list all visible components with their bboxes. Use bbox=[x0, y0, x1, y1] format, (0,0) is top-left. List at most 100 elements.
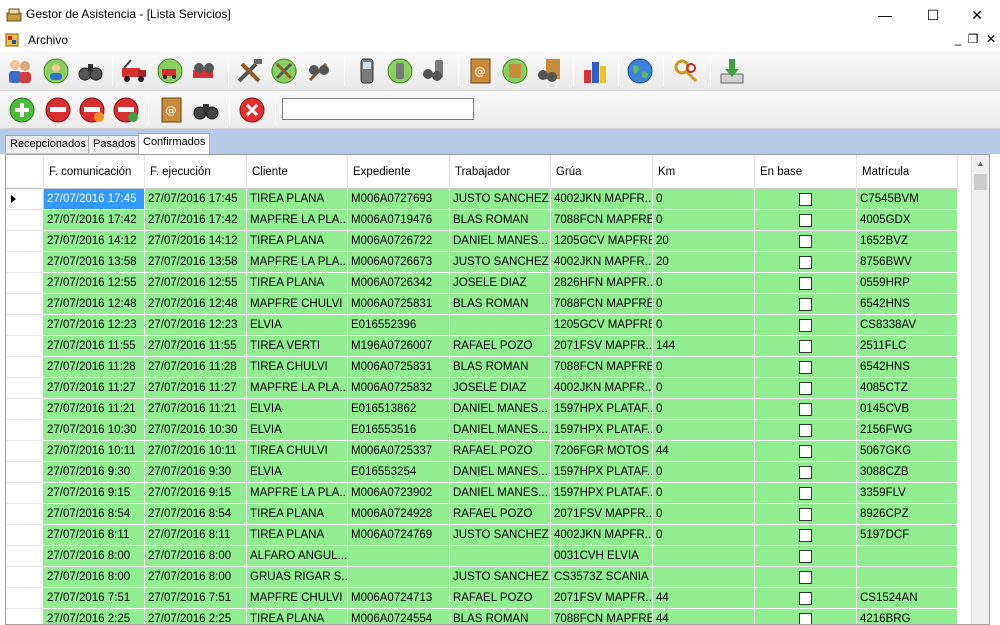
table-cell[interactable]: M006A0724554 bbox=[348, 609, 450, 624]
table-cell[interactable]: 27/07/2016 8:00 bbox=[44, 567, 145, 588]
en-base-checkbox[interactable] bbox=[799, 213, 812, 227]
table-cell[interactable]: 0 bbox=[653, 294, 755, 315]
en-base-checkbox[interactable] bbox=[799, 549, 812, 563]
table-cell[interactable]: 27/07/2016 10:30 bbox=[44, 420, 145, 441]
table-cell[interactable]: CS3573Z SCANIA bbox=[551, 567, 653, 588]
table-row[interactable]: 27/07/2016 11:21 27/07/2016 11:21 ELVIA E01… bbox=[6, 399, 958, 420]
table-row[interactable]: 27/07/2016 9:30 27/07/2016 9:30 ELVIA E0165… bbox=[6, 462, 958, 483]
column-header-en-base[interactable]: En base bbox=[755, 155, 857, 189]
table-cell[interactable]: M006A0723902 bbox=[348, 483, 450, 504]
globe-icon[interactable] bbox=[624, 55, 656, 87]
table-cell[interactable]: MAPFRE CHULVI bbox=[247, 294, 348, 315]
table-cell[interactable]: 7088FCN MAPFRE bbox=[551, 357, 653, 378]
table-cell[interactable]: 4005GDX bbox=[857, 210, 958, 231]
table-cell[interactable]: 7088FCN MAPFRE bbox=[551, 609, 653, 624]
table-row[interactable]: 27/07/2016 12:48 27/07/2016 12:48 MAPFRE C… bbox=[6, 294, 958, 315]
table-cell[interactable]: TIREA PLANA bbox=[247, 273, 348, 294]
table-cell[interactable] bbox=[857, 546, 958, 567]
table-cell[interactable]: 0 bbox=[653, 504, 755, 525]
table-cell[interactable]: MAPFRE LA PLA... bbox=[247, 378, 348, 399]
table-cell[interactable]: CS8338AV bbox=[857, 315, 958, 336]
table-cell[interactable]: 27/07/2016 8:00 bbox=[44, 546, 145, 567]
table-cell[interactable]: 27/07/2016 8:00 bbox=[145, 546, 247, 567]
row-header[interactable] bbox=[6, 210, 44, 231]
table-row[interactable]: 27/07/2016 10:11 27/07/2016 10:11 TIREA CH… bbox=[6, 441, 958, 462]
table-cell[interactable]: E016513862 bbox=[348, 399, 450, 420]
row-header[interactable] bbox=[6, 483, 44, 504]
table-cell[interactable]: 1597HPX PLATAF... bbox=[551, 462, 653, 483]
table-cell[interactable]: 27/07/2016 17:42 bbox=[44, 210, 145, 231]
row-header[interactable] bbox=[6, 273, 44, 294]
table-cell[interactable]: 27/07/2016 8:11 bbox=[44, 525, 145, 546]
table-cell[interactable]: M006A0725831 bbox=[348, 294, 450, 315]
table-cell[interactable]: 6542HNS bbox=[857, 294, 958, 315]
table-cell[interactable]: 0559HRP bbox=[857, 273, 958, 294]
table-row[interactable]: 27/07/2016 8:11 27/07/2016 8:11 TIREA PLAN… bbox=[6, 525, 958, 546]
table-cell[interactable]: 1597HPX PLATAF... bbox=[551, 483, 653, 504]
table-cell[interactable]: 27/07/2016 8:54 bbox=[44, 504, 145, 525]
table-row[interactable]: 27/07/2016 8:00 27/07/2016 8:00 ALFARO ANG… bbox=[6, 546, 958, 567]
table-cell[interactable]: M196A0726007 bbox=[348, 336, 450, 357]
row-header[interactable] bbox=[6, 252, 44, 273]
en-base-checkbox[interactable] bbox=[799, 360, 812, 374]
table-cell[interactable]: 27/07/2016 10:30 bbox=[145, 420, 247, 441]
table-cell[interactable]: JUSTO SANCHEZ bbox=[450, 189, 551, 210]
table-cell[interactable]: 27/07/2016 2:25 bbox=[44, 609, 145, 624]
add-truck-icon[interactable] bbox=[154, 55, 186, 87]
tools-icon[interactable] bbox=[233, 55, 265, 87]
row-header[interactable] bbox=[6, 336, 44, 357]
table-cell[interactable]: DANIEL MANES... bbox=[450, 231, 551, 252]
table-cell[interactable]: 27/07/2016 9:30 bbox=[145, 462, 247, 483]
table-cell[interactable]: 27/07/2016 12:55 bbox=[44, 273, 145, 294]
close-button[interactable]: ✕ bbox=[954, 0, 1000, 30]
en-base-checkbox[interactable] bbox=[799, 486, 812, 500]
row-header[interactable] bbox=[6, 315, 44, 336]
table-cell[interactable]: TIREA PLANA bbox=[247, 504, 348, 525]
table-cell[interactable]: 2071FSV MAPFR... bbox=[551, 336, 653, 357]
table-cell[interactable]: 0031CVH ELVIA bbox=[551, 546, 653, 567]
keys-icon[interactable] bbox=[670, 55, 702, 87]
table-cell[interactable]: 27/07/2016 12:48 bbox=[145, 294, 247, 315]
row-header[interactable] bbox=[6, 399, 44, 420]
table-cell[interactable]: M006A0727693 bbox=[348, 189, 450, 210]
table-cell[interactable]: TIREA PLANA bbox=[247, 231, 348, 252]
remove-green-icon[interactable] bbox=[110, 94, 142, 126]
table-cell[interactable]: 27/07/2016 8:00 bbox=[145, 567, 247, 588]
table-cell[interactable]: E016553516 bbox=[348, 420, 450, 441]
table-cell[interactable]: M006A0725832 bbox=[348, 378, 450, 399]
remove-orange-icon[interactable] bbox=[76, 94, 108, 126]
table-cell[interactable]: 27/07/2016 13:58 bbox=[44, 252, 145, 273]
table-cell[interactable]: M006A0719476 bbox=[348, 210, 450, 231]
table-cell[interactable]: M006A0726722 bbox=[348, 231, 450, 252]
en-base-checkbox[interactable] bbox=[799, 192, 812, 206]
table-row[interactable]: 27/07/2016 14:12 27/07/2016 14:12 TIREA PL… bbox=[6, 231, 958, 252]
table-cell[interactable]: DANIEL MANES... bbox=[450, 399, 551, 420]
en-base-checkbox[interactable] bbox=[799, 507, 812, 521]
scroll-thumb[interactable] bbox=[974, 174, 987, 190]
en-base-checkbox[interactable] bbox=[799, 234, 812, 248]
row-header[interactable] bbox=[6, 189, 44, 210]
search-users-icon[interactable] bbox=[74, 55, 106, 87]
add-icon[interactable] bbox=[6, 94, 38, 126]
table-row[interactable]: 27/07/2016 11:27 27/07/2016 11:27 MAPFRE L… bbox=[6, 378, 958, 399]
table-cell[interactable] bbox=[450, 546, 551, 567]
table-cell[interactable]: BLAS ROMAN bbox=[450, 357, 551, 378]
table-row[interactable]: 27/07/2016 2:25 27/07/2016 2:25 TIREA PLAN… bbox=[6, 609, 958, 624]
table-cell[interactable]: 27/07/2016 7:51 bbox=[44, 588, 145, 609]
table-cell[interactable]: ELVIA bbox=[247, 399, 348, 420]
users-icon[interactable] bbox=[4, 55, 36, 87]
table-cell[interactable]: 27/07/2016 14:12 bbox=[145, 231, 247, 252]
menu-archivo[interactable]: Archivo bbox=[28, 33, 68, 47]
binoculars-icon[interactable] bbox=[190, 94, 222, 126]
table-cell[interactable]: 2511FLC bbox=[857, 336, 958, 357]
table-cell[interactable]: BLAS ROMAN bbox=[450, 294, 551, 315]
search-truck-icon[interactable] bbox=[188, 55, 220, 87]
table-cell[interactable]: MAPFRE LA PLA... bbox=[247, 483, 348, 504]
table-cell[interactable]: 27/07/2016 11:21 bbox=[145, 399, 247, 420]
table-cell[interactable]: JOSELE DIAZ bbox=[450, 378, 551, 399]
table-cell[interactable]: 0 bbox=[653, 315, 755, 336]
chart-icon[interactable] bbox=[579, 55, 611, 87]
table-cell[interactable]: 0 bbox=[653, 210, 755, 231]
table-row[interactable]: 27/07/2016 17:45 27/07/2016 17:45 TIREA PL… bbox=[6, 189, 958, 210]
remove-red-icon[interactable] bbox=[42, 94, 74, 126]
